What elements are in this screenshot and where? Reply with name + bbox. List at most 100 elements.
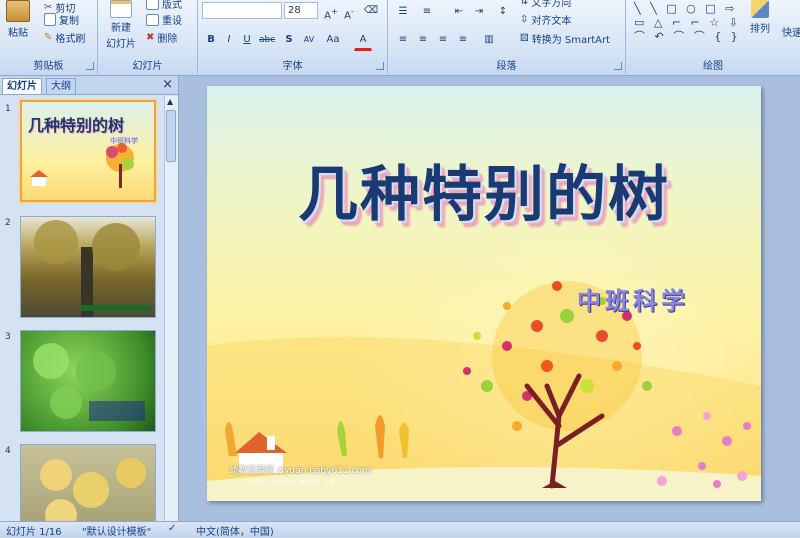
pane-tabs: 幻灯片 大纲 × [0, 76, 178, 95]
font-name-field[interactable] [202, 2, 282, 19]
slide-thumbnail-1[interactable]: 几种特别的树 中班科学 [20, 100, 156, 202]
new-slide-label-1: 新建 [111, 23, 131, 34]
line-spacing-icon[interactable]: ↕ [494, 3, 512, 21]
align-text-button[interactable]: ⇳ 对齐文本 [520, 12, 571, 27]
slide-number: 1 [5, 104, 11, 114]
justify-icon[interactable]: ≡ [454, 31, 472, 49]
strikethrough-icon[interactable]: abc [258, 31, 276, 49]
italic-icon[interactable]: I [220, 31, 238, 49]
clear-format-icon[interactable]: ⌫ [362, 2, 380, 20]
slide-editing-area: 几种特别的树 中班科学 幼教资源网 ziyuan.baby611.com PPT… [179, 76, 800, 521]
align-text-label: 对齐文本 [531, 16, 572, 27]
delete-icon: ✖ [146, 32, 155, 43]
format-painter-button[interactable]: ✎ 格式刷 [44, 30, 85, 45]
bold-icon[interactable]: B [202, 31, 220, 49]
slide-subtitle[interactable]: 中班科学 [577, 281, 689, 316]
slide-thumbnail-4[interactable] [20, 444, 156, 521]
current-slide[interactable]: 几种特别的树 中班科学 幼教资源网 ziyuan.baby611.com PPT… [207, 86, 761, 501]
new-slide-button[interactable]: 新建 幻灯片 [106, 0, 136, 50]
ribbon: 粘贴 ✂ 剪切 复制 ✎ 格式刷 剪贴板 新建 幻灯片 版式 重设 ✖ 删除 幻… [0, 0, 800, 76]
font-size-field[interactable]: 28 [284, 2, 318, 19]
shapes-gallery[interactable]: ╲ ╲ □ ○ □ ⇨ ▭ △ ⌐ ⌐ ☆ ⇩ ⌒ ↶ ⌒ ⌒ { } [634, 2, 744, 44]
reset-icon [146, 13, 159, 26]
brush-icon: ✎ [44, 32, 53, 43]
paragraph-dialog-launcher[interactable] [614, 62, 622, 70]
thumbnail-list: 1 几种特别的树 中班科学 2 3 4 [0, 96, 164, 521]
text-direction-button[interactable]: ⇅ 文字方向 [520, 0, 571, 9]
new-slide-icon [110, 0, 132, 18]
align-text-icon: ⇳ [520, 14, 529, 25]
tab-outline[interactable]: 大纲 [46, 78, 76, 94]
quick-styles-label: 快速 [782, 28, 800, 39]
slide-title[interactable]: 几种特别的树 [207, 146, 761, 233]
smartart-icon: ⚄ [520, 33, 529, 44]
paragraph-group-label: 段落 [496, 61, 517, 72]
thumb-fruit-image [40, 458, 146, 521]
scrollbar-thumb[interactable] [166, 110, 176, 162]
font-group: 28 A+ A- ⌫ B I U abc S AV Aa A 字体 [198, 0, 388, 74]
bullets-icon[interactable]: ☰ [394, 3, 412, 21]
underline-icon[interactable]: U [238, 31, 256, 49]
thumb-ginkgo-tree-image [34, 220, 151, 317]
reset-button[interactable]: 重设 [146, 12, 182, 27]
paste-label: 粘贴 [8, 28, 28, 39]
shadow-icon[interactable]: S [280, 31, 298, 49]
status-bar: 幻灯片 1/16 "默认设计模板" ✓ 中文(简体，中国) [0, 521, 800, 538]
spellcheck-icon[interactable]: ✓ [168, 523, 176, 534]
slide-thumbnail-2[interactable] [20, 216, 156, 318]
numbering-icon[interactable]: ≡ [418, 3, 436, 21]
font-group-label: 字体 [282, 61, 303, 72]
font-dialog-launcher[interactable] [376, 62, 384, 70]
grow-font-icon[interactable]: A+ [322, 2, 340, 21]
thumb-leaves-image [33, 343, 145, 421]
slides-group: 新建 幻灯片 版式 重设 ✖ 删除 幻灯片 [98, 0, 198, 74]
close-icon[interactable]: × [162, 77, 173, 92]
text-direction-icon: ⇅ [520, 0, 529, 7]
thumb-tree-image [30, 143, 134, 188]
slide-number: 3 [5, 332, 11, 342]
convert-smartart-label: 转换为 SmartArt [531, 35, 611, 46]
layout-button[interactable]: 版式 [146, 0, 182, 11]
clipboard-group-label: 剪贴板 [33, 61, 64, 72]
copy-button[interactable]: 复制 [44, 12, 79, 27]
arrange-label: 排列 [750, 24, 770, 35]
drawing-group: ╲ ╲ □ ○ □ ⇨ ▭ △ ⌐ ⌐ ☆ ⇩ ⌒ ↶ ⌒ ⌒ { } 排列 快速 … [626, 0, 800, 74]
convert-smartart-button[interactable]: ⚄ 转换为 SmartArt [520, 31, 610, 46]
watermark-credit-small: PPT课件 · FLASH课件 · 教案反思 · 试题 [245, 480, 335, 486]
font-color-icon[interactable]: A [354, 31, 372, 51]
paragraph-group: ☰ ≡ ⇤ ⇥ ↕ ⇅ 文字方向 ⇳ 对齐文本 ⚄ 转换为 SmartArt ≡ ≡ … [388, 0, 626, 74]
arrange-button[interactable]: 排列 [750, 0, 770, 35]
align-left-icon[interactable]: ≡ [394, 31, 412, 49]
paste-button[interactable]: 粘贴 [6, 0, 30, 39]
slide-thumbnail-3[interactable] [20, 330, 156, 432]
char-spacing-icon[interactable]: AV [300, 31, 318, 49]
format-painter-label: 格式刷 [55, 34, 86, 45]
delete-label: 删除 [157, 34, 178, 45]
new-slide-label-2: 幻灯片 [106, 39, 136, 50]
reset-label: 重设 [162, 16, 182, 27]
slide-number: 2 [5, 218, 11, 228]
align-center-icon[interactable]: ≡ [414, 31, 432, 49]
scroll-up-arrow-icon[interactable]: ▲ [167, 97, 173, 106]
quick-styles-button[interactable]: 快速 [782, 24, 800, 39]
copy-icon [44, 13, 56, 26]
slide-number: 4 [5, 446, 11, 456]
clipboard-group: 粘贴 ✂ 剪切 复制 ✎ 格式刷 剪贴板 [0, 0, 98, 74]
delete-slide-button[interactable]: ✖ 删除 [146, 30, 177, 45]
copy-label: 复制 [59, 16, 79, 27]
increase-indent-icon[interactable]: ⇥ [470, 3, 488, 21]
text-direction-label: 文字方向 [531, 0, 572, 9]
decrease-indent-icon[interactable]: ⇤ [450, 3, 468, 21]
change-case-icon[interactable]: Aa [324, 31, 342, 49]
shrink-font-icon[interactable]: A- [340, 2, 358, 21]
layout-label: 版式 [162, 0, 182, 11]
clipboard-dialog-launcher[interactable] [86, 62, 94, 70]
tab-slides[interactable]: 幻灯片 [2, 78, 42, 94]
arrange-icon [751, 0, 769, 18]
columns-icon[interactable]: ▥ [480, 31, 498, 49]
slides-group-label: 幻灯片 [132, 61, 163, 72]
drawing-group-label: 绘图 [703, 61, 723, 72]
thumbnail-scrollbar[interactable]: ▲ [164, 96, 178, 521]
layout-icon [146, 0, 159, 10]
align-right-icon[interactable]: ≡ [434, 31, 452, 49]
